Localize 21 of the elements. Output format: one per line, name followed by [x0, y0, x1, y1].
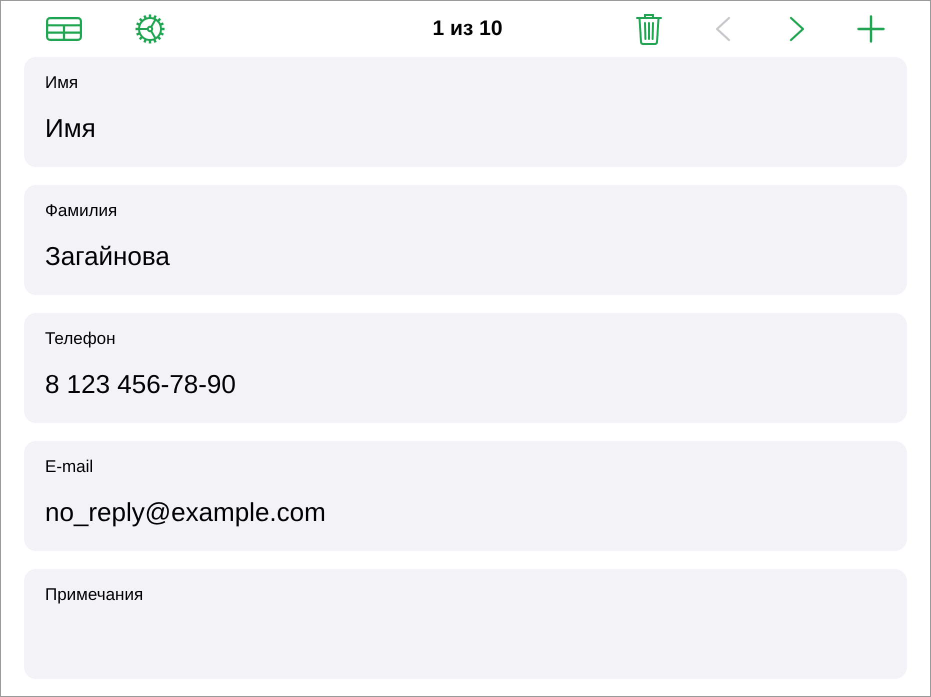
- field-label: Имя: [45, 73, 78, 93]
- field-value: Имя: [45, 112, 96, 144]
- field-value: Загайнова: [45, 240, 170, 272]
- text-field[interactable]: Фамилия Загайнова: [24, 185, 907, 295]
- field-value: no_reply@example.com: [45, 496, 326, 528]
- text-field[interactable]: Имя Имя: [24, 57, 907, 167]
- text-field[interactable]: Примечания: [24, 569, 907, 679]
- field-label: Примечания: [45, 585, 144, 605]
- record-counter: 1 из 10: [432, 16, 503, 42]
- settings-icon: [134, 13, 166, 45]
- chevron-left-icon: [715, 16, 731, 42]
- plus-icon: [857, 15, 885, 43]
- chevron-right-icon: [789, 16, 805, 42]
- text-field[interactable]: Телефон 8 123 456-78-90: [24, 313, 907, 423]
- trash-icon: [636, 13, 662, 45]
- field-label: E-mail: [45, 457, 94, 477]
- field-value: 8 123 456-78-90: [45, 368, 236, 400]
- field-label: Фамилия: [45, 201, 118, 221]
- field-label: Телефон: [45, 329, 116, 349]
- text-field[interactable]: E-mail no_reply@example.com: [24, 441, 907, 551]
- table-icon: [46, 17, 82, 41]
